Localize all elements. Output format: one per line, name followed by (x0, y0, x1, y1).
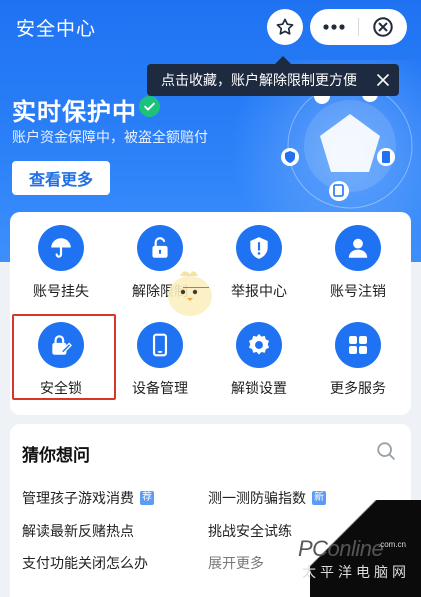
service-label: 账号注销 (330, 283, 386, 299)
security-pentagon-graphic (281, 83, 413, 209)
tooltip-close-icon[interactable] (375, 72, 391, 88)
star-icon (276, 18, 294, 35)
annotation-highlight-box (12, 314, 116, 400)
chick-sticker (168, 271, 212, 316)
faq-item-text: 支付功能关闭怎么办 (22, 555, 148, 571)
mini-program-capsule (310, 9, 407, 45)
umbrella-icon (38, 225, 84, 271)
close-button[interactable] (359, 9, 407, 45)
more-dots-icon (323, 24, 345, 30)
service-account-loss[interactable]: 账号挂失 (13, 225, 109, 315)
favorite-tooltip[interactable]: 点击收藏，账户解除限制更方便 (147, 56, 399, 96)
recommend-badge: 荐 (140, 491, 154, 505)
watermark-name: PConline (298, 536, 384, 561)
page-title: 安全中心 (16, 19, 97, 40)
alert-shield-icon (236, 225, 282, 271)
tooltip-text: 点击收藏，账户解除限制更方便 (161, 72, 357, 88)
faq-title: 猜你想问 (22, 446, 90, 465)
protection-status-title: 实时保护中 (12, 99, 137, 126)
service-label: 解锁设置 (231, 380, 287, 396)
watermark-url: .com.cn (378, 540, 407, 549)
apps-icon (335, 322, 381, 368)
faq-item-text: 解读最新反赌热点 (22, 523, 134, 539)
user-icon (335, 225, 381, 271)
faq-item[interactable]: 管理孩子游戏消费 荐 (22, 488, 154, 508)
sticker-line (183, 287, 209, 288)
service-label: 更多服务 (330, 380, 386, 396)
faq-item[interactable]: 解读最新反赌热点 (22, 521, 134, 541)
service-account-cancel[interactable]: 账号注销 (310, 225, 406, 315)
protection-subtitle: 账户资金保障中，被盗全额赔付 (12, 129, 208, 145)
service-report-center[interactable]: 举报中心 (211, 225, 307, 315)
service-label: 举报中心 (231, 283, 287, 299)
check-icon (139, 96, 160, 117)
view-more-button[interactable]: 查看更多 (12, 161, 110, 195)
faq-item[interactable]: 支付功能关闭怎么办 (22, 553, 148, 573)
faq-item-text: 管理孩子游戏消费 (22, 490, 134, 506)
more-button[interactable] (310, 9, 358, 45)
favorite-button[interactable] (267, 9, 303, 45)
phone-icon (137, 322, 183, 368)
service-label: 账号挂失 (33, 283, 89, 299)
service-unlock-settings[interactable]: 解锁设置 (211, 322, 307, 412)
search-icon[interactable] (375, 440, 397, 462)
service-device-management[interactable]: 设备管理 (112, 322, 208, 412)
gear-icon (236, 322, 282, 368)
service-label: 设备管理 (132, 380, 188, 396)
close-circle-icon (373, 17, 393, 37)
watermark-tagline: 太平洋电脑网 (302, 564, 410, 580)
watermark-logo: PConline .com.cn 太平洋电脑网 (250, 500, 421, 597)
service-more[interactable]: 更多服务 (310, 322, 406, 412)
